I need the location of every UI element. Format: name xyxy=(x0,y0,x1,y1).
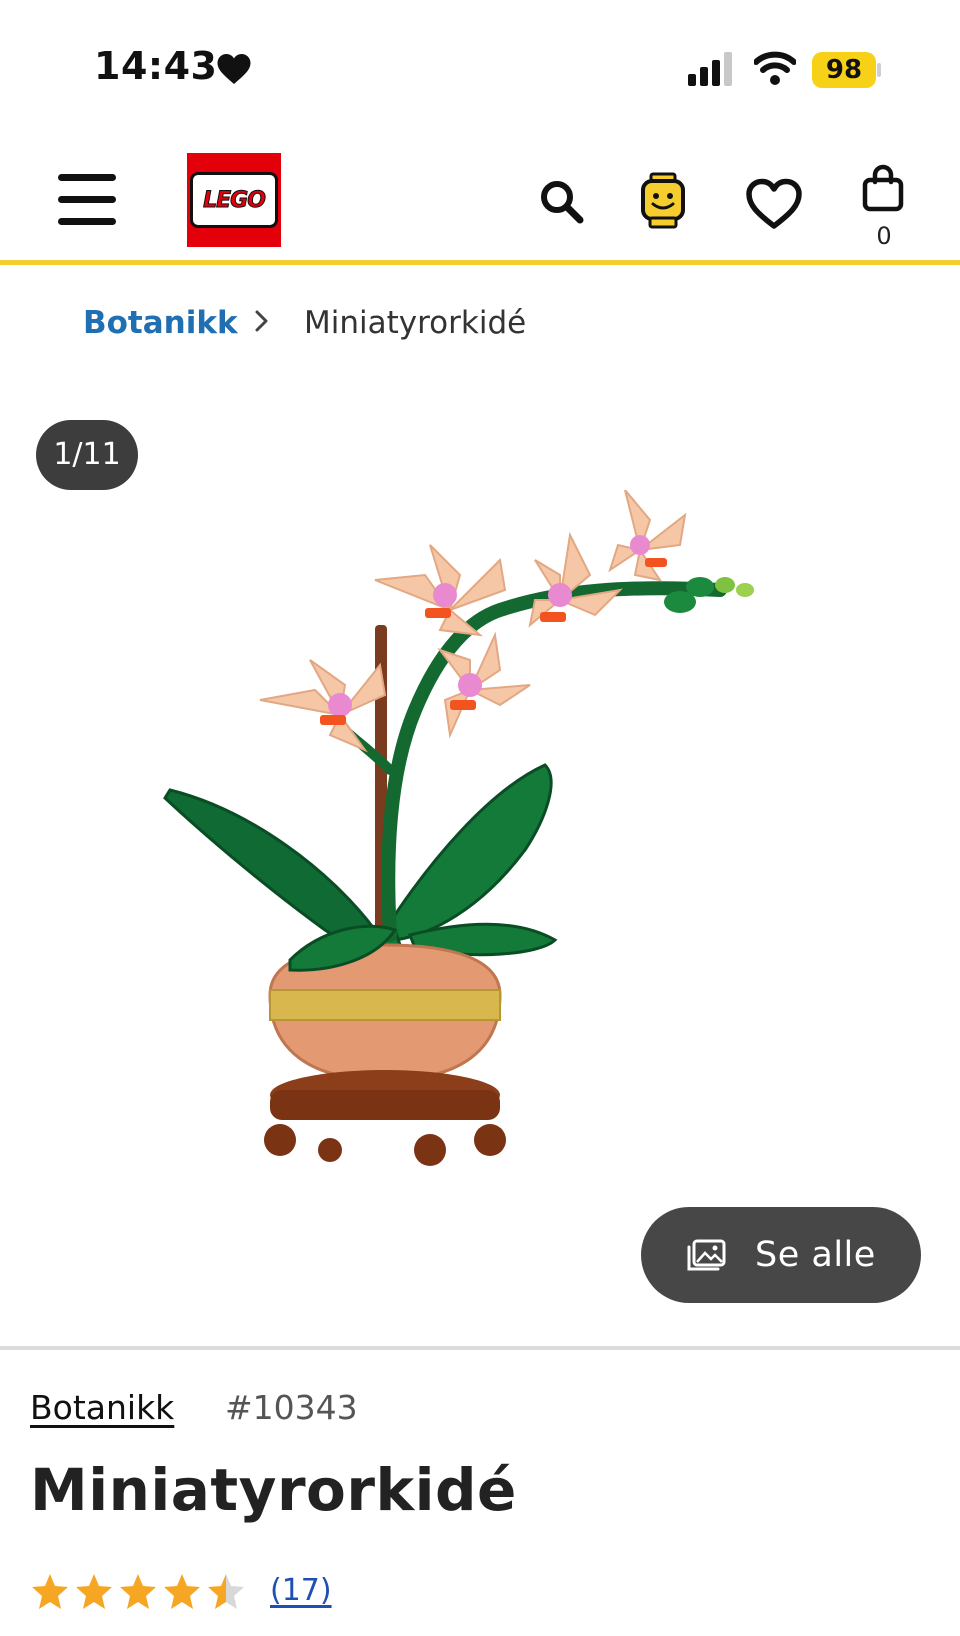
product-title: Miniatyrorkidé xyxy=(30,1456,517,1524)
search-icon[interactable] xyxy=(536,176,586,226)
see-all-label: Se alle xyxy=(755,1235,876,1275)
menu-icon-bar xyxy=(58,218,116,225)
cellular-signal-icon xyxy=(688,52,732,86)
product-theme-link[interactable]: Botanikk xyxy=(30,1388,174,1427)
review-count-link[interactable]: (17) xyxy=(270,1573,332,1608)
menu-icon-bar xyxy=(58,196,116,203)
battery-indicator: 98 xyxy=(812,52,876,88)
header-accent-line xyxy=(0,260,960,265)
wishlist-heart-icon[interactable] xyxy=(745,178,803,230)
status-time: 14:43 xyxy=(94,44,218,88)
account-minifig-icon[interactable] xyxy=(638,172,688,230)
rating-star xyxy=(208,1574,244,1609)
rating-star xyxy=(76,1574,112,1609)
rating-star xyxy=(32,1574,68,1609)
product-image-orchid[interactable] xyxy=(140,490,820,1230)
product-item-number: #10343 xyxy=(225,1388,358,1427)
rating-star xyxy=(164,1574,200,1609)
battery-tip xyxy=(877,63,881,77)
lego-logo-badge: LEGO xyxy=(190,172,278,228)
rating-star xyxy=(120,1574,156,1609)
menu-button[interactable] xyxy=(58,174,116,226)
lego-logo[interactable]: LEGO xyxy=(187,153,281,247)
bag-count: 0 xyxy=(876,222,892,250)
section-divider xyxy=(0,1346,960,1350)
chevron-right-icon xyxy=(255,310,268,332)
gallery-counter: 1/11 xyxy=(36,420,138,490)
see-all-button[interactable]: Se alle xyxy=(641,1207,921,1303)
menu-icon-bar xyxy=(58,174,116,181)
lego-logo-text: LEGO xyxy=(203,187,267,213)
breadcrumb-current: Miniatyrorkidé xyxy=(304,305,527,341)
wifi-icon xyxy=(754,51,796,85)
rating-stars xyxy=(32,1574,244,1609)
image-gallery-icon xyxy=(687,1239,726,1271)
breadcrumb-parent-link[interactable]: Botanikk xyxy=(83,305,238,341)
heart-status-icon xyxy=(217,54,251,84)
battery-level: 98 xyxy=(825,55,863,85)
shopping-bag-icon[interactable] xyxy=(862,164,904,212)
